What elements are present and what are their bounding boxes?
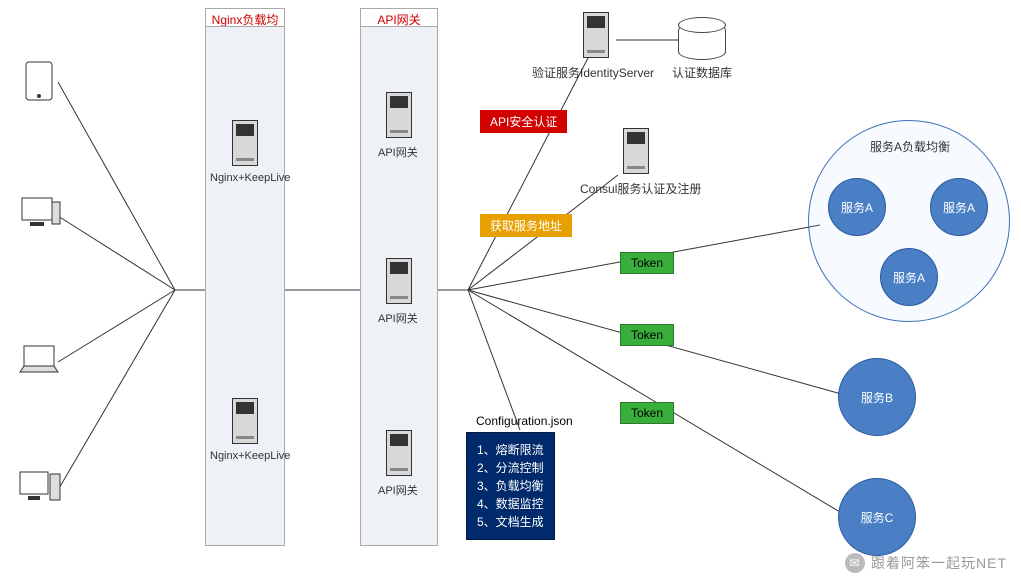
identity-label: 验证服务IdentityServer <box>532 64 654 81</box>
server-identity <box>578 12 614 62</box>
server-nginx-2-label: Nginx+KeepLive <box>210 450 290 462</box>
watermark-text: 跟着阿笨一起玩NET <box>871 553 1007 573</box>
column-header-label: API网关 <box>377 13 420 27</box>
service-node-label: 服务B <box>861 389 893 406</box>
client-desktop <box>16 192 62 238</box>
client-pc <box>16 466 62 512</box>
service-a-node-1: 服务A <box>828 178 886 236</box>
server-api-1-label: API网关 <box>378 144 418 160</box>
database-auth-label: 认证数据库 <box>672 64 732 81</box>
server-api-3-label: API网关 <box>378 482 418 498</box>
config-title: Configuration.json <box>476 414 573 428</box>
badge-api-secure: API安全认证 <box>480 110 567 133</box>
badge-token-2: Token <box>620 324 674 346</box>
badge-token-3: Token <box>620 402 674 424</box>
service-node-label: 服务C <box>861 509 894 526</box>
service-node-label: 服务A <box>841 199 873 216</box>
service-a-node-3: 服务A <box>880 248 938 306</box>
server-api-1 <box>381 92 417 142</box>
service-c-node: 服务C <box>838 478 916 556</box>
server-consul <box>618 128 654 178</box>
server-nginx-1 <box>227 120 263 170</box>
wechat-icon: ✉ <box>845 553 865 573</box>
server-nginx-1-label: Nginx+KeepLive <box>210 172 290 184</box>
service-node-label: 服务A <box>943 199 975 216</box>
badge-token-1: Token <box>620 252 674 274</box>
column-body-nginx <box>205 26 285 546</box>
service-b-node: 服务B <box>838 358 916 436</box>
diagram-canvas: Nginx负载均衡 Nginx+KeepLive Nginx+KeepLive … <box>0 0 1021 583</box>
config-body: 1、熔断限流 2、分流控制 3、负载均衡 4、数据监控 5、文档生成 <box>466 432 555 540</box>
service-a-group-title: 服务A负载均衡 <box>870 138 950 155</box>
consul-label: Consul服务认证及注册 <box>580 180 701 197</box>
server-api-2-label: API网关 <box>378 310 418 326</box>
server-api-2 <box>381 258 417 308</box>
server-nginx-2 <box>227 398 263 448</box>
server-api-3 <box>381 430 417 480</box>
client-laptop <box>16 338 62 384</box>
service-node-label: 服务A <box>893 269 925 286</box>
badge-get-address: 获取服务地址 <box>480 214 572 237</box>
watermark: ✉ 跟着阿笨一起玩NET <box>845 553 1007 573</box>
client-tablet <box>16 58 62 104</box>
database-auth <box>678 22 724 62</box>
service-a-node-2: 服务A <box>930 178 988 236</box>
